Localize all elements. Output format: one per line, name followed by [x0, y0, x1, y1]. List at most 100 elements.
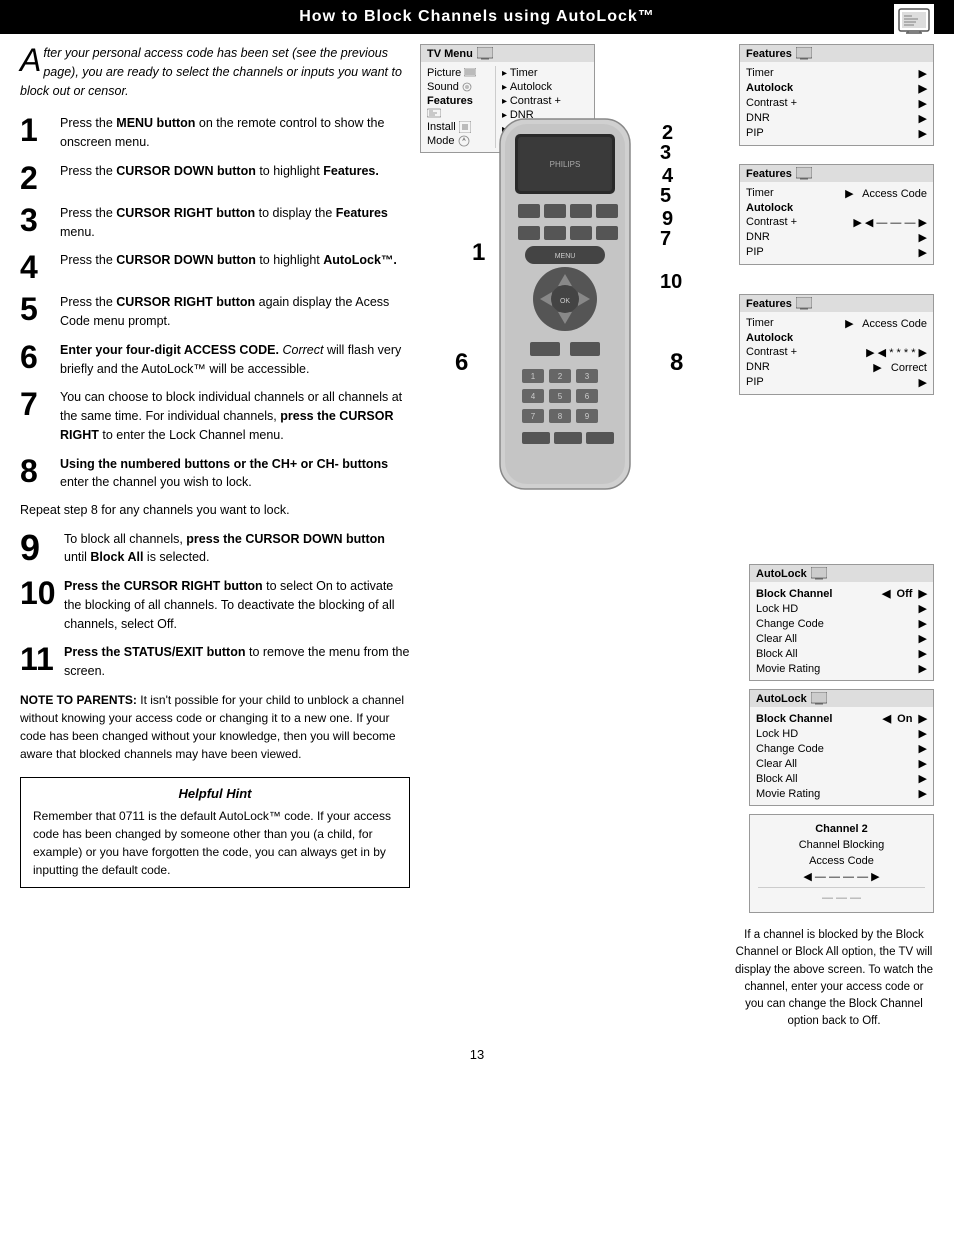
drop-cap: A — [20, 48, 41, 74]
f1-timer: Timer▶ — [746, 66, 927, 81]
channel-blocking-label: Channel Blocking — [758, 839, 925, 851]
features-body-2: Timer▶ Access Code Autolock Contrast +▶ … — [740, 182, 933, 264]
features-label-2: Features — [746, 168, 792, 180]
page-number: 13 — [0, 1041, 954, 1068]
diagram-area: TV Menu Picture — [420, 44, 934, 564]
step-4: 4 Press the CURSOR DOWN button to highli… — [20, 251, 410, 283]
step-7-content: You can choose to block individual chann… — [60, 388, 410, 444]
autolock-box-1: AutoLock Block Channel ◀ Off ▶ — [749, 564, 934, 681]
step-1: 1 Press the MENU button on the remote co… — [20, 114, 410, 152]
step-8-content: Using the numbered buttons or the CH+ or… — [60, 455, 410, 493]
svg-text:7: 7 — [531, 412, 536, 421]
menu-picture: Picture — [427, 66, 487, 80]
step-9-content: To block all channels, press the CURSOR … — [64, 530, 410, 568]
al1-movie-rating: Movie Rating▶ — [756, 661, 927, 676]
al1-change-code: Change Code▶ — [756, 616, 927, 631]
hint-text: Remember that 0711 is the default AutoLo… — [33, 807, 397, 879]
overlay-2-4-9: 2 4 9 — [662, 122, 673, 231]
al2-clear-all: Clear All▶ — [756, 756, 927, 771]
step-3-content: Press the CURSOR RIGHT button to display… — [60, 204, 410, 242]
f1-dnr: DNR▶ — [746, 111, 927, 126]
f1-autolock: Autolock▶ — [746, 81, 927, 96]
header-icon — [894, 4, 934, 39]
al2-lock-hd: Lock HD▶ — [756, 726, 927, 741]
features-box-3: Features Timer▶ Access Code Autolock — [739, 294, 934, 395]
overlay-1: 1 — [472, 239, 485, 267]
step-11: 11 Press the STATUS/EXIT button to remov… — [20, 643, 410, 681]
f2-timer: Timer▶ Access Code — [746, 186, 927, 201]
step-7-number: 7 — [20, 388, 60, 420]
step-6-number: 6 — [20, 341, 60, 373]
hint-title: Helpful Hint — [33, 786, 397, 801]
channel-box: Channel 2 Channel Blocking Access Code ◀… — [749, 814, 934, 913]
f2-contrast: Contrast +▶ ◀ — — — ▶ — [746, 215, 927, 230]
svg-text:6: 6 — [585, 392, 590, 401]
svg-text:MENU: MENU — [555, 253, 576, 260]
sub-contrast: Contrast + — [502, 94, 588, 108]
channel-name: Channel 2 — [758, 823, 925, 835]
step-6-content: Enter your four-digit ACCESS CODE. Corre… — [60, 341, 410, 379]
intro-body: fter your personal access code has been … — [20, 46, 402, 98]
svg-text:5: 5 — [558, 392, 563, 401]
step-5-content: Press the CURSOR RIGHT button again disp… — [60, 293, 410, 331]
helpful-hint-box: Helpful Hint Remember that 0711 is the d… — [20, 777, 410, 888]
step-6: 6 Enter your four-digit ACCESS CODE. Cor… — [20, 341, 410, 379]
features-body-1: Timer▶ Autolock▶ Contrast +▶ DNR▶ PIP▶ — [740, 62, 933, 145]
step-5: 5 Press the CURSOR RIGHT button again di… — [20, 293, 410, 331]
svg-text:4: 4 — [531, 392, 536, 401]
f3-pip: PIP▶ — [746, 375, 927, 390]
repeat-note: Repeat step 8 for any channels you want … — [20, 502, 410, 520]
al1-clear-all: Clear All▶ — [756, 631, 927, 646]
features-label-3: Features — [746, 298, 792, 310]
channel-arrow-indicator: ◀ — — — — ▶ — [758, 870, 925, 883]
channel-access-code-label: Access Code — [758, 855, 925, 867]
page-title: How to Block Channels using AutoLock™ — [299, 8, 655, 25]
features-title-3: Features — [740, 295, 933, 312]
f3-contrast: Contrast +▶ ◀ * * * * ▶ — [746, 345, 927, 360]
note-to-parents: NOTE TO PARENTS: It isn't possible for y… — [20, 691, 410, 763]
step-4-content: Press the CURSOR DOWN button to highligh… — [60, 251, 410, 270]
f3-autolock: Autolock — [746, 331, 927, 345]
note-label: NOTE TO PARENTS: — [20, 693, 137, 707]
page-header: How to Block Channels using AutoLock™ — [0, 0, 954, 34]
left-column: A fter your personal access code has bee… — [20, 44, 410, 1031]
svg-text:1: 1 — [531, 372, 536, 381]
f2-dnr: DNR▶ — [746, 230, 927, 245]
autolock-title-2: AutoLock — [750, 690, 933, 707]
tv-menu-title: TV Menu — [421, 45, 594, 62]
step-11-number: 11 — [20, 643, 64, 675]
step-8: 8 Using the numbered buttons or the CH+ … — [20, 455, 410, 493]
step-3: 3 Press the CURSOR RIGHT button to displ… — [20, 204, 410, 242]
step-8-number: 8 — [20, 455, 60, 487]
autolock-title-1: AutoLock — [750, 565, 933, 582]
hint-title-text: Helpful Hint — [179, 786, 252, 801]
features-box-2: Features Timer▶ Access Code Autolock — [739, 164, 934, 265]
step-4-number: 4 — [20, 251, 60, 283]
al1-block-channel: Block Channel ◀ Off ▶ — [756, 586, 927, 601]
f1-pip: PIP▶ — [746, 126, 927, 141]
f2-pip: PIP▶ — [746, 245, 927, 260]
features-body-3: Timer▶ Access Code Autolock Contrast +▶ … — [740, 312, 933, 394]
f3-timer: Timer▶ Access Code — [746, 316, 927, 331]
al2-change-code: Change Code▶ — [756, 741, 927, 756]
menu-sound: Sound — [427, 80, 487, 94]
step-2-number: 2 — [20, 162, 60, 194]
features-title-2: Features — [740, 165, 933, 182]
intro-text: A fter your personal access code has bee… — [20, 44, 410, 100]
autolock-body-1: Block Channel ◀ Off ▶ Lock HD▶ Change Co… — [750, 582, 933, 680]
main-content: A fter your personal access code has bee… — [0, 34, 954, 1041]
step-5-number: 5 — [20, 293, 60, 325]
tv-menu-label: TV Menu — [427, 48, 473, 60]
right-column: TV Menu Picture — [420, 44, 934, 1031]
step-9: 9 To block all channels, press the CURSO… — [20, 530, 410, 568]
al2-movie-rating: Movie Rating▶ — [756, 786, 927, 801]
svg-text:OK: OK — [560, 298, 570, 305]
overlay-6: 6 — [455, 349, 468, 377]
features-box-1: Features Timer▶ Autolock▶ — [739, 44, 934, 146]
autolock-body-2: Block Channel ◀ On ▶ Lock HD▶ Change Cod… — [750, 707, 933, 805]
step-1-content: Press the MENU button on the remote cont… — [60, 114, 410, 152]
f3-dnr: DNR▶ Correct — [746, 360, 927, 375]
svg-text:PHILIPS: PHILIPS — [550, 160, 581, 169]
sub-timer: Timer — [502, 66, 588, 80]
remote-control: PHILIPS MENU — [470, 114, 670, 497]
